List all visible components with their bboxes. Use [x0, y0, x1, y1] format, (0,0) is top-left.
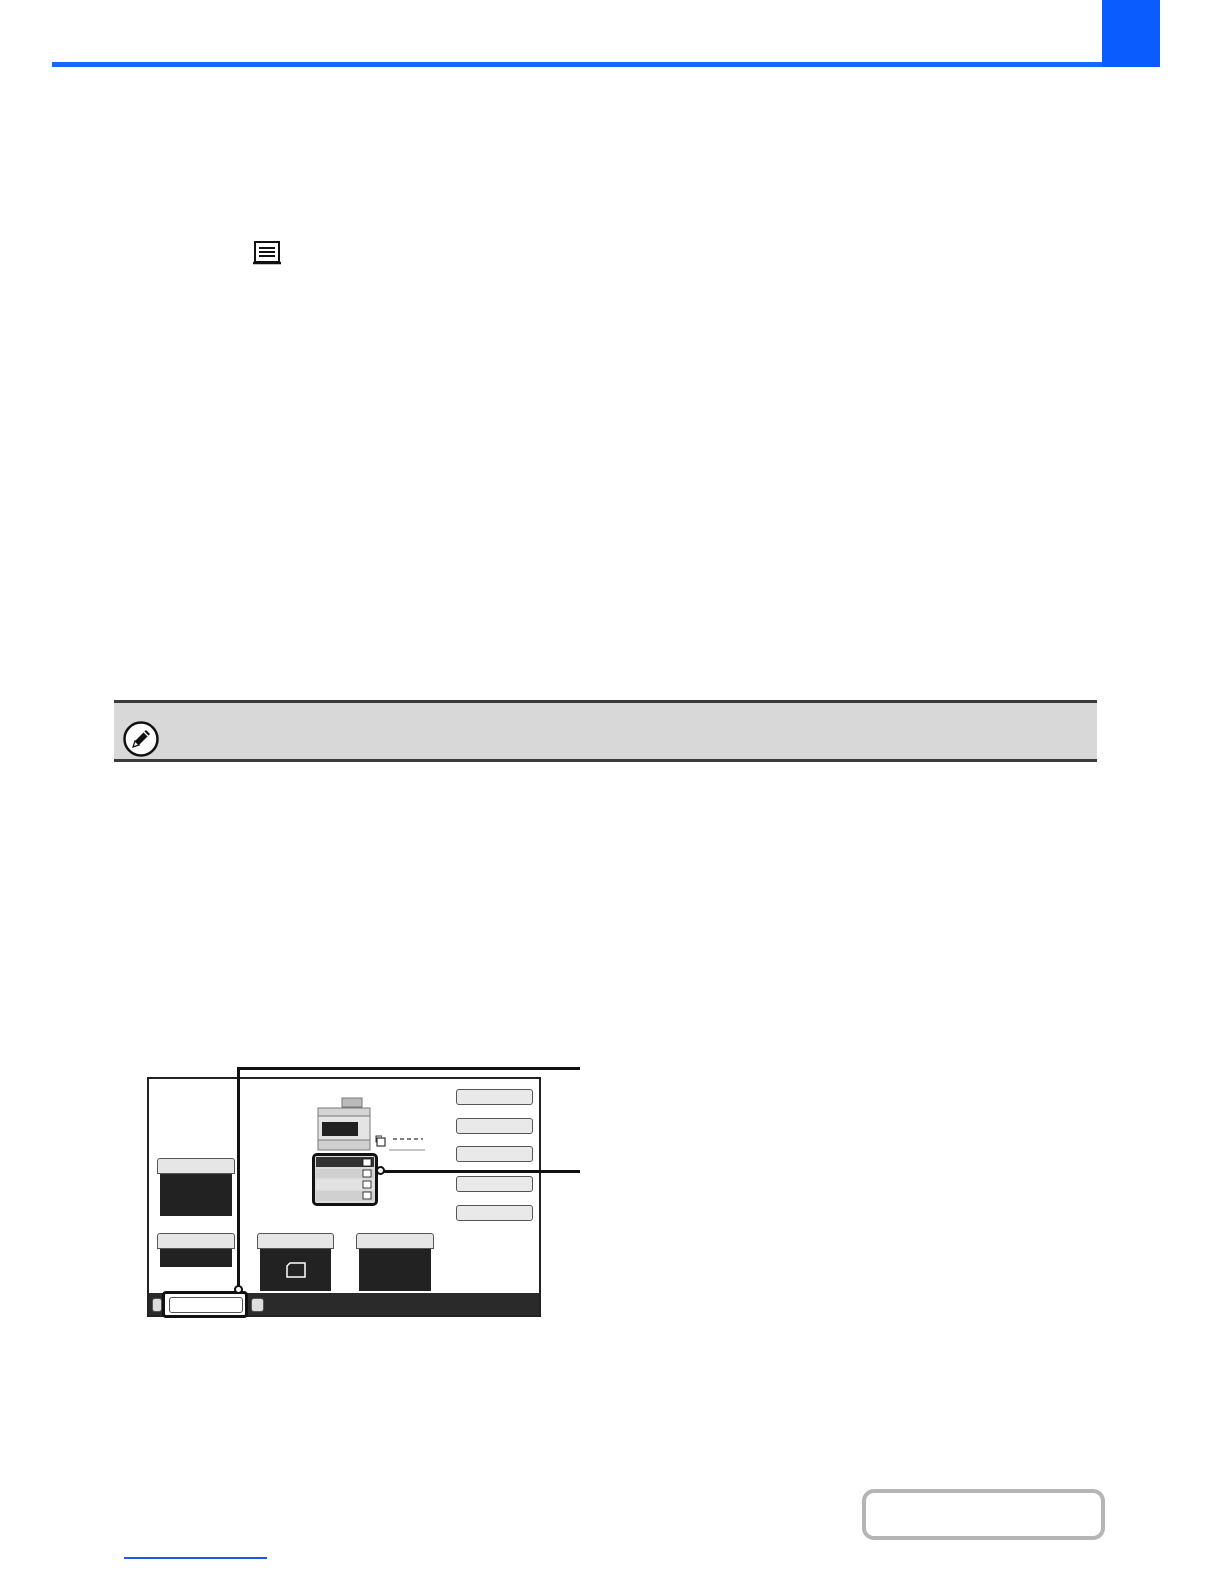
- panel-key-4[interactable]: [456, 1176, 533, 1192]
- panel-key-2[interactable]: [456, 1118, 533, 1134]
- header-rule: [52, 62, 1160, 67]
- callout-line-top-drop: [237, 1067, 240, 1291]
- panel-key-3[interactable]: [456, 1146, 533, 1162]
- page-header: [52, 0, 1102, 62]
- callout-line-bottom: [382, 1170, 580, 1173]
- pencil-note-icon: [123, 721, 159, 757]
- chapter-tab[interactable]: [1102, 0, 1160, 67]
- contents-button[interactable]: [862, 1489, 1105, 1540]
- panel-tile-header-1[interactable]: [157, 1158, 235, 1174]
- panel-tile-body-2[interactable]: [160, 1249, 232, 1267]
- callout-line-top: [237, 1067, 580, 1070]
- job-status-key-face[interactable]: [169, 1297, 243, 1313]
- copier-machine-icon: [317, 1097, 382, 1151]
- original-page-icon: [286, 1262, 306, 1278]
- paper-tray-icon: [253, 241, 281, 265]
- panel-tile-header-4[interactable]: [356, 1233, 434, 1249]
- panel-key-5[interactable]: [456, 1205, 533, 1221]
- note-bar: [114, 700, 1097, 762]
- panel-status-left-key[interactable]: [152, 1298, 162, 1312]
- panel-tile-body-1[interactable]: [160, 1174, 232, 1216]
- paper-tray-rows: [316, 1157, 374, 1201]
- panel-tile-header-3[interactable]: [257, 1233, 334, 1249]
- footer-link[interactable]: [124, 1557, 267, 1559]
- panel-indicator-marks: [376, 1137, 425, 1151]
- panel-key-1[interactable]: [456, 1089, 533, 1105]
- panel-tile-header-2[interactable]: [157, 1233, 235, 1249]
- callout-dot-bottom: [376, 1166, 385, 1175]
- panel-status-right-key[interactable]: [251, 1298, 264, 1312]
- callout-dot-top: [234, 1285, 243, 1294]
- panel-tile-body-4[interactable]: [359, 1249, 431, 1291]
